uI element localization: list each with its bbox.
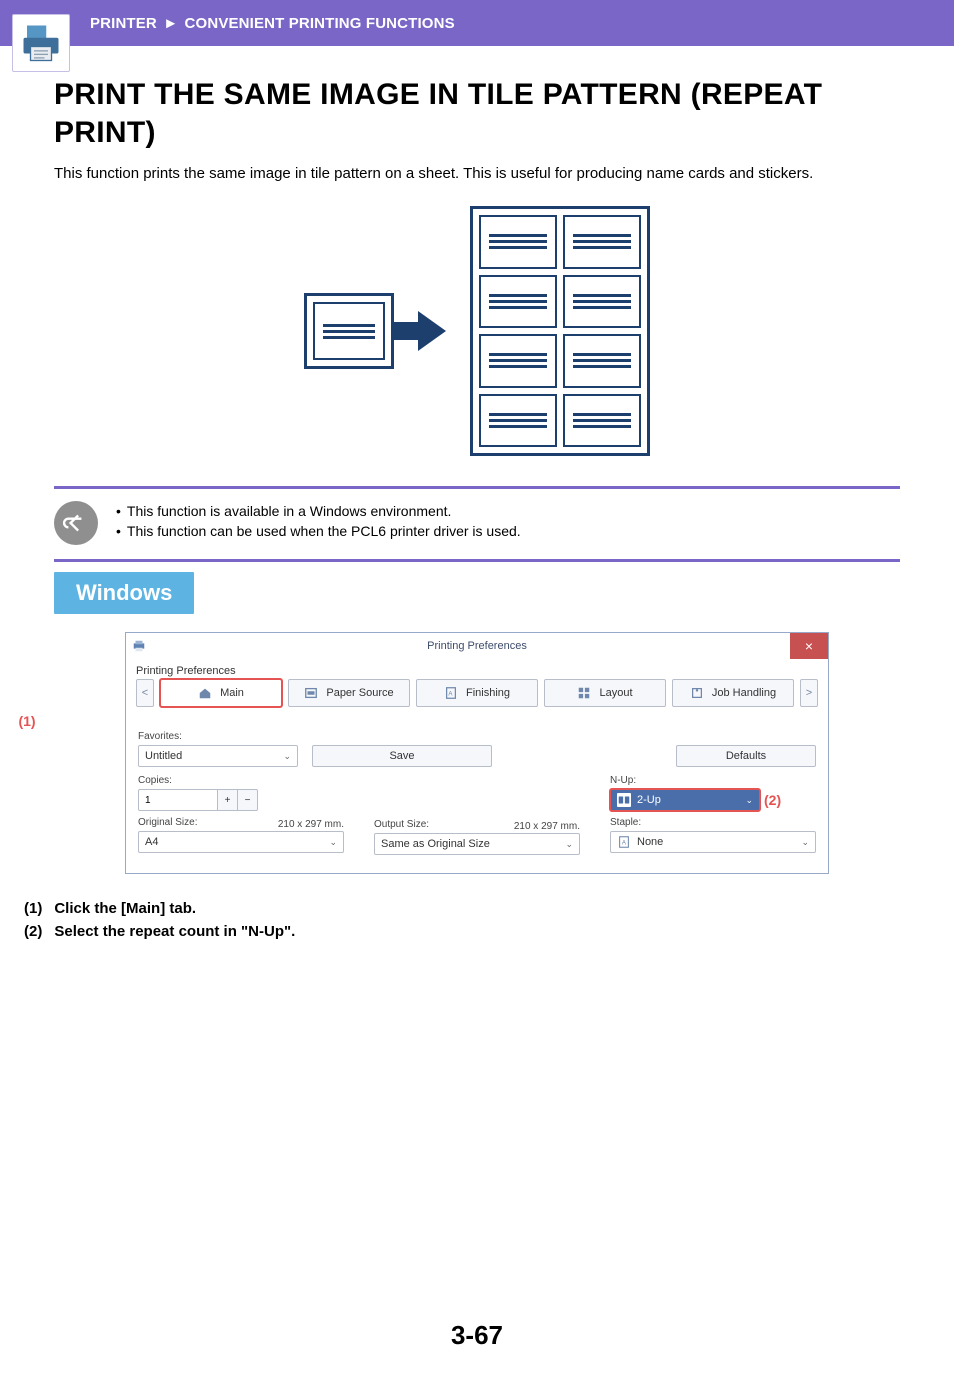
save-button[interactable]: Save xyxy=(312,745,492,767)
save-label: Save xyxy=(389,750,414,762)
dialog-title: Printing Preferences xyxy=(427,640,527,652)
steps-list: (1) Click the [Main] tab. (2) Select the… xyxy=(0,894,954,940)
home-icon xyxy=(198,686,212,700)
tab-main[interactable]: Main xyxy=(160,679,282,707)
tab-paper-label: Paper Source xyxy=(326,687,393,699)
chevron-down-icon: ⌄ xyxy=(283,751,291,762)
tabs-row: < Main Paper Source A Finishing Layout J… xyxy=(126,679,828,711)
svg-text:A: A xyxy=(448,691,453,698)
tabs-prev-button[interactable]: < xyxy=(136,679,154,707)
arrow-right-icon xyxy=(418,311,446,351)
printing-preferences-dialog: Printing Preferences × Printing Preferen… xyxy=(125,632,829,874)
step-2-number: (2) xyxy=(24,923,42,940)
nup-value: 2-Up xyxy=(637,794,661,806)
copies-stepper[interactable]: + − xyxy=(138,789,344,811)
output-size-dim: 210 x 297 mm. xyxy=(514,821,580,832)
tab-finishing-label: Finishing xyxy=(466,687,510,699)
favorites-label: Favorites: xyxy=(138,731,816,742)
job-icon xyxy=(690,686,704,700)
breadcrumb-page[interactable]: CONVENIENT PRINTING FUNCTIONS xyxy=(185,15,455,32)
chevron-down-icon: ⌄ xyxy=(329,837,337,848)
step-2: (2) Select the repeat count in "N-Up". xyxy=(24,923,930,940)
tab-job-label: Job Handling xyxy=(712,687,776,699)
svg-text:A: A xyxy=(622,840,627,847)
chevron-down-icon: ⌄ xyxy=(801,837,809,848)
staple-select[interactable]: A None ⌄ xyxy=(610,831,816,853)
output-size-select[interactable]: Same as Original Size ⌄ xyxy=(374,833,580,855)
original-size-dim: 210 x 297 mm. xyxy=(278,819,344,830)
copies-label: Copies: xyxy=(138,775,344,786)
page-number: 3-67 xyxy=(0,1320,954,1381)
step-1: (1) Click the [Main] tab. xyxy=(24,900,930,917)
callout-2: (2) xyxy=(764,792,781,808)
layout-icon xyxy=(577,686,591,700)
original-size-value: A4 xyxy=(145,836,158,848)
note-back-icon xyxy=(54,501,98,545)
tab-paper-source[interactable]: Paper Source xyxy=(288,679,410,707)
printer-small-icon xyxy=(132,639,146,653)
breadcrumb-section[interactable]: PRINTER xyxy=(90,15,157,32)
defaults-label: Defaults xyxy=(726,750,766,762)
page-title: PRINT THE SAME IMAGE IN TILE PATTERN (RE… xyxy=(54,76,900,151)
os-badge: Windows xyxy=(54,572,194,614)
note-1: This function is available in a Windows … xyxy=(127,503,452,519)
copies-minus-button[interactable]: − xyxy=(238,789,258,811)
original-size-label: Original Size: xyxy=(138,817,197,828)
tabs-next-button[interactable]: > xyxy=(800,679,818,707)
printer-logo xyxy=(12,14,70,72)
tab-finishing[interactable]: A Finishing xyxy=(416,679,538,707)
callout-1: (1) xyxy=(18,713,35,729)
tab-layout-label: Layout xyxy=(599,687,632,699)
bullet-dot: • xyxy=(116,523,121,539)
dialog-titlebar: Printing Preferences × xyxy=(126,633,828,659)
header-bar: PRINTER ► CONVENIENT PRINTING FUNCTIONS xyxy=(0,0,954,46)
breadcrumb-arrow-icon: ► xyxy=(163,15,178,32)
tab-layout[interactable]: Layout xyxy=(544,679,666,707)
favorites-select[interactable]: Untitled ⌄ xyxy=(138,745,298,767)
step-2-text: Select the repeat count in "N-Up". xyxy=(54,923,295,940)
printer-icon xyxy=(20,22,62,64)
nup-label: N-Up: xyxy=(610,775,816,786)
chevron-down-icon: ⌄ xyxy=(565,839,573,850)
note-2: This function can be used when the PCL6 … xyxy=(127,523,521,539)
nup-select[interactable]: 2-Up ⌄ xyxy=(610,789,760,811)
chevron-down-icon: ⌄ xyxy=(745,795,753,806)
bullet-dot: • xyxy=(116,503,121,519)
intro-text: This function prints the same image in t… xyxy=(54,165,900,182)
step-1-number: (1) xyxy=(24,900,42,917)
output-size-label: Output Size: xyxy=(374,819,429,830)
copies-plus-button[interactable]: + xyxy=(218,789,238,811)
divider xyxy=(54,559,900,562)
output-size-value: Same as Original Size xyxy=(381,838,490,850)
dialog-subtitle: Printing Preferences xyxy=(126,659,828,679)
illustration-output-sheet xyxy=(470,206,650,456)
staple-label: Staple: xyxy=(610,817,816,828)
tray-icon xyxy=(304,686,318,700)
copies-input[interactable] xyxy=(138,789,218,811)
nup-icon xyxy=(617,793,631,807)
illustration xyxy=(54,206,900,456)
defaults-button[interactable]: Defaults xyxy=(676,745,816,767)
favorites-value: Untitled xyxy=(145,750,182,762)
note-block: • This function is available in a Windows… xyxy=(54,489,900,559)
page-small-icon: A xyxy=(617,835,631,849)
step-1-text: Click the [Main] tab. xyxy=(54,900,196,917)
page-icon: A xyxy=(444,686,458,700)
tab-job-handling[interactable]: Job Handling xyxy=(672,679,794,707)
original-size-select[interactable]: A4 ⌄ xyxy=(138,831,344,853)
tab-main-label: Main xyxy=(220,687,244,699)
illustration-card xyxy=(313,302,385,360)
close-icon[interactable]: × xyxy=(790,633,828,659)
breadcrumb: PRINTER ► CONVENIENT PRINTING FUNCTIONS xyxy=(90,15,455,32)
staple-value: None xyxy=(637,836,663,848)
illustration-input-sheet xyxy=(304,293,394,369)
